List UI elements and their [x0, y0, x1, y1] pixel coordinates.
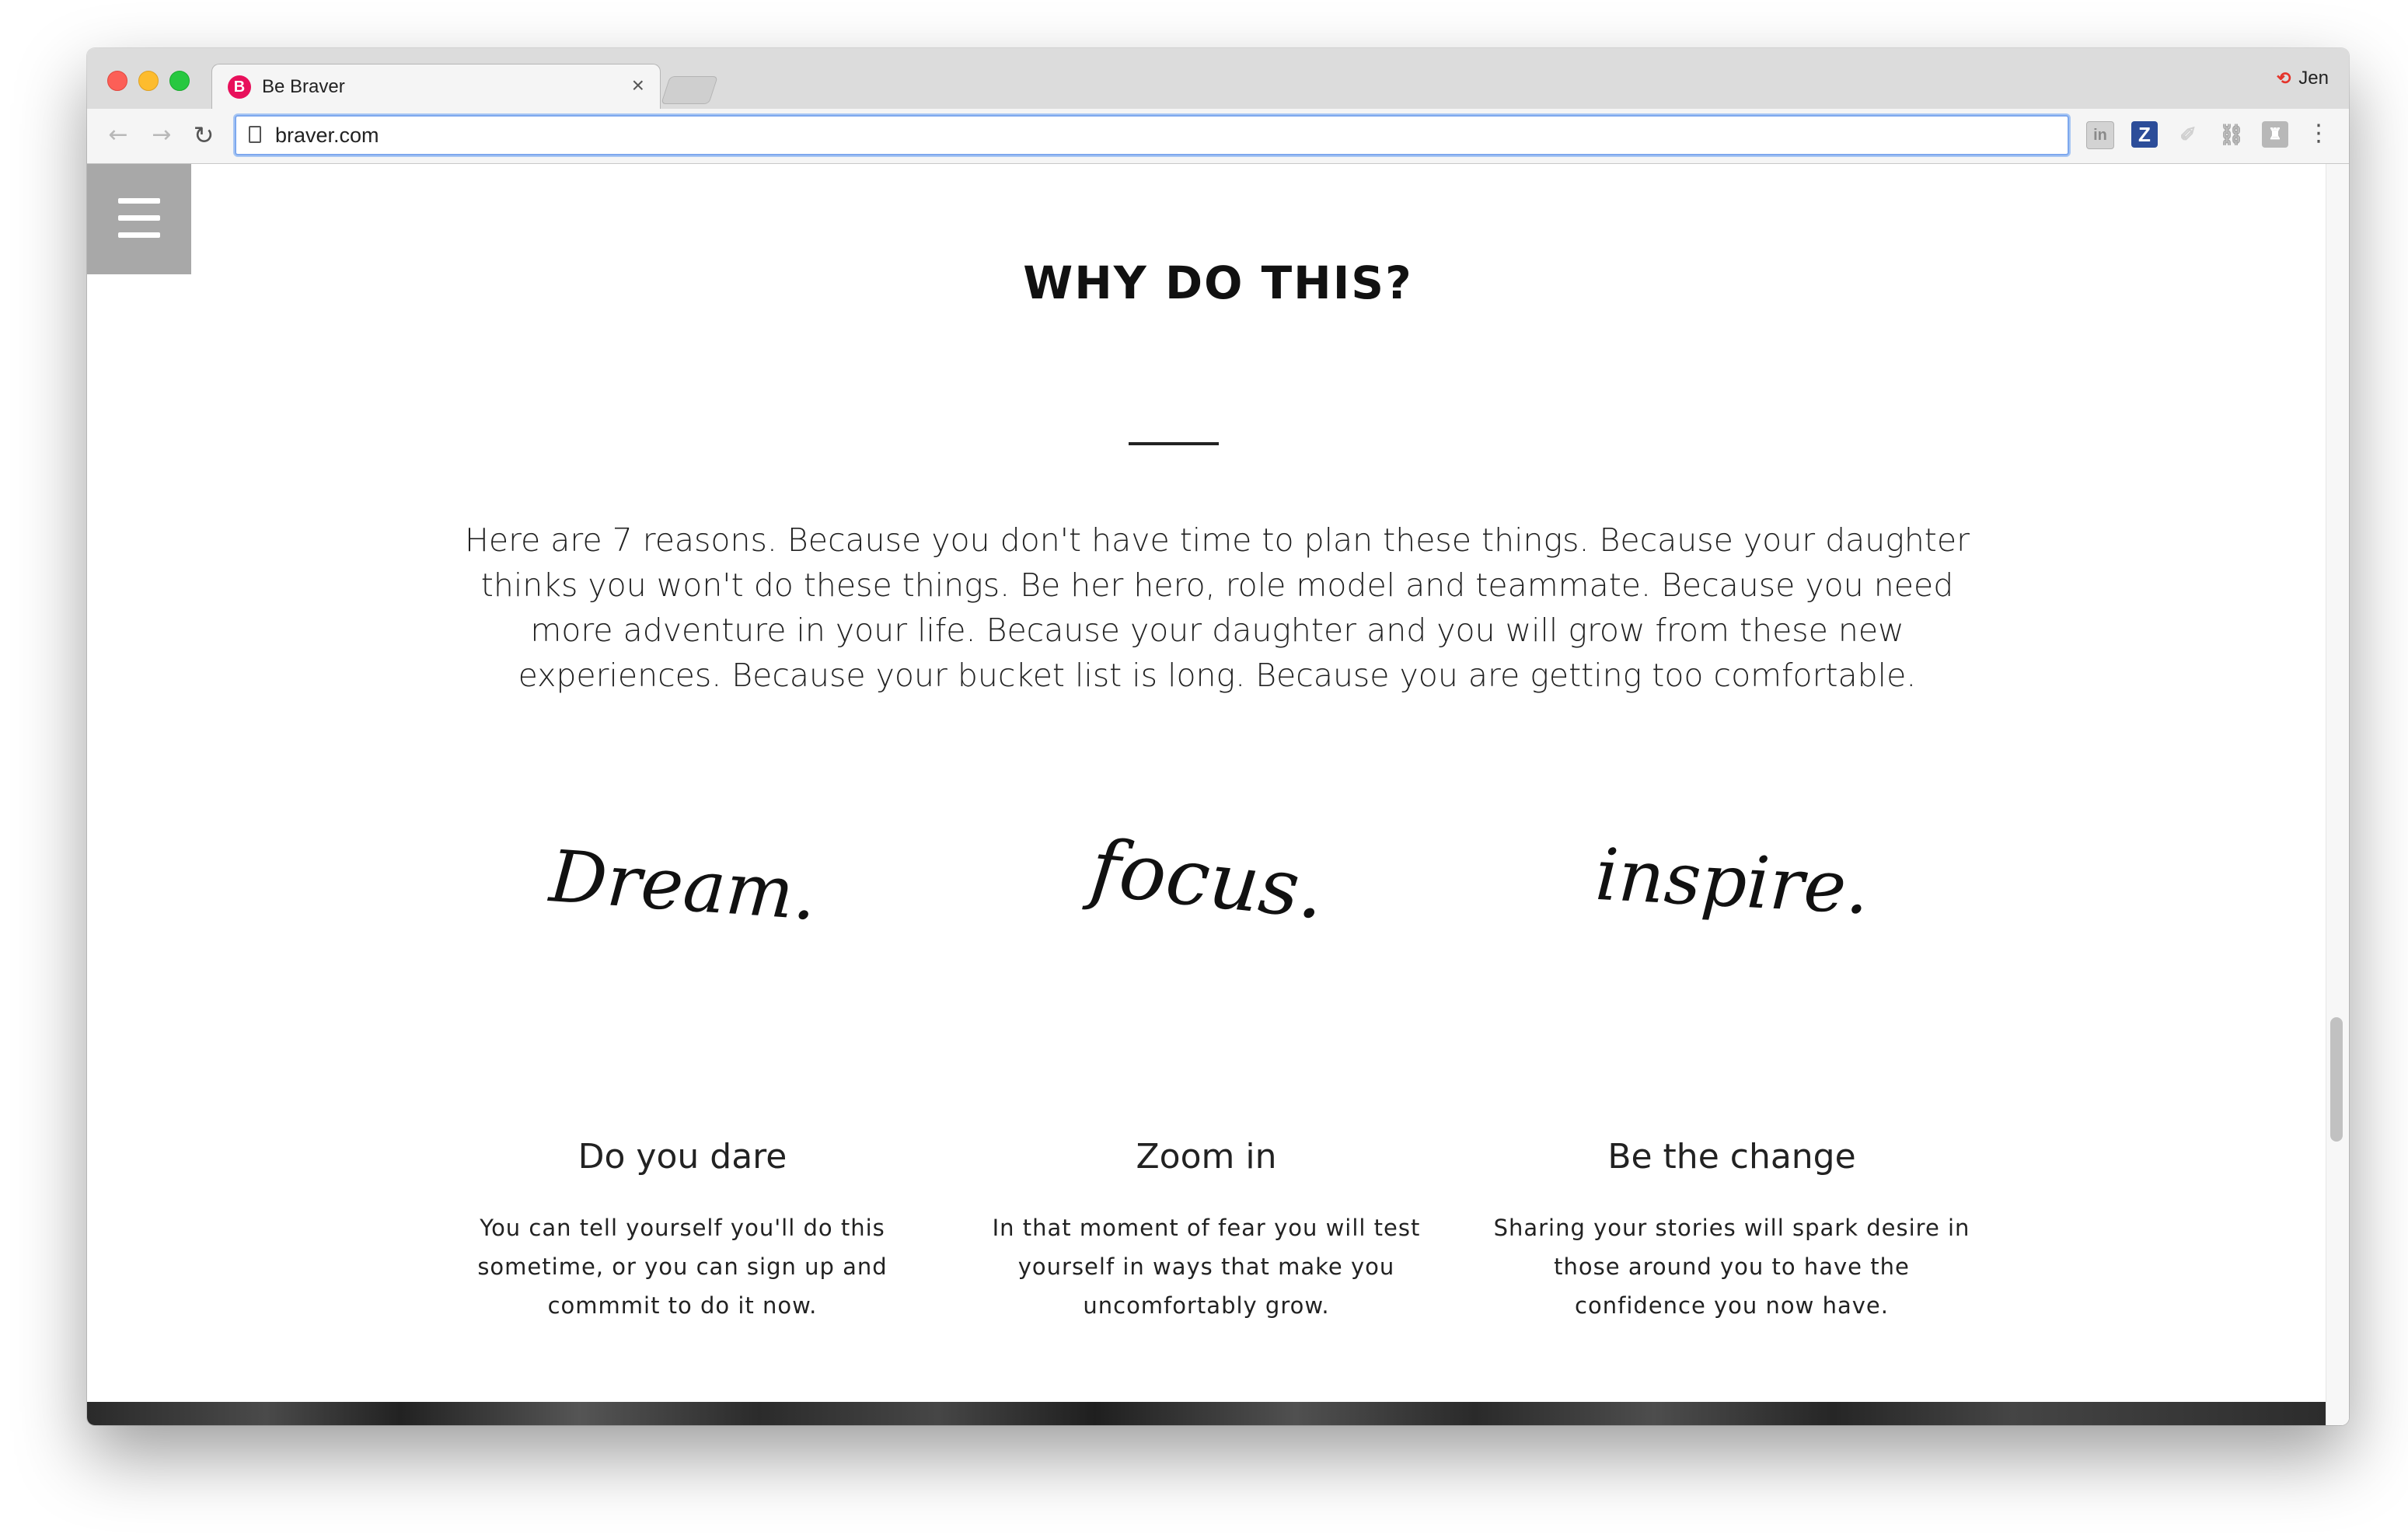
browser-toolbar: ← → ↻ braver.com in Z ✐ ⛓ ♜ ⋮ [87, 109, 2349, 164]
profile-button[interactable]: ⟲ Jen [2277, 67, 2329, 90]
extension-icon[interactable]: ⛓ [2218, 121, 2245, 148]
next-section-image-strip [87, 1402, 2326, 1425]
tab-be-braver[interactable]: B Be Braver × [211, 64, 661, 110]
reload-icon[interactable]: ↻ [188, 120, 219, 151]
dream-script-image: Dream. [546, 835, 819, 936]
z-extension-icon[interactable]: Z [2131, 121, 2158, 148]
scrollbar-thumb[interactable] [2330, 1017, 2343, 1142]
script-word: inspire. [1593, 833, 1871, 930]
hamburger-line [118, 198, 160, 204]
profile-name: Jen [2298, 68, 2329, 89]
forward-arrow-icon[interactable]: → [146, 120, 177, 151]
column-text: Sharing your stories will spark desire i… [1493, 1215, 1970, 1319]
maximize-window-button[interactable] [169, 71, 190, 91]
hamburger-line [118, 215, 160, 221]
script-word: focus. [1081, 821, 1328, 937]
heading-divider [1129, 442, 1219, 445]
page-viewport: WHY DO THIS? Here are 7 reasons. Because… [87, 164, 2349, 1425]
column-title: Be the change [1607, 1137, 1856, 1177]
inspire-script-image: inspire. [1593, 833, 1871, 930]
feature-column-focus: focus. Zoom in In that moment of fear yo… [965, 809, 1447, 1319]
column-title: Zoom in [1136, 1137, 1277, 1177]
new-tab-button[interactable] [661, 76, 718, 104]
page-icon [249, 126, 261, 143]
column-title: Do you dare [578, 1137, 787, 1177]
tab-title: Be Braver [262, 76, 345, 97]
feature-column-dream: Dream. Do you dare You can tell yourself… [441, 809, 923, 1319]
browser-window: B Be Braver × ⟲ Jen ← → ↻ braver.com in Z… [87, 48, 2349, 1425]
url-text[interactable]: braver.com [275, 124, 379, 147]
intro-paragraph: Here are 7 reasons. Because you don't ha… [465, 521, 1970, 694]
sync-icon: ⟲ [2276, 68, 2291, 88]
title-bar: B Be Braver × ⟲ Jen [87, 48, 2349, 110]
focus-script-image: focus. [1081, 821, 1328, 937]
back-arrow-icon[interactable]: ← [103, 120, 134, 151]
linkedin-extension-icon[interactable]: in [2086, 121, 2114, 149]
hamburger-line [118, 232, 160, 238]
column-text: In that moment of fear you will test you… [992, 1215, 1421, 1319]
extension-icon[interactable]: ✐ [2175, 121, 2201, 148]
feature-column-inspire: inspire. Be the change Sharing your stor… [1491, 809, 1973, 1319]
minimize-window-button[interactable] [138, 71, 159, 91]
script-word: Dream. [546, 835, 819, 936]
close-window-button[interactable] [107, 71, 127, 91]
tab-close-icon[interactable]: × [632, 74, 644, 97]
section-heading: WHY DO THIS? [1023, 256, 1413, 309]
extension-icon[interactable]: ♜ [2262, 121, 2288, 148]
address-bar[interactable]: braver.com [235, 115, 2069, 155]
menu-dots-icon[interactable]: ⋮ [2307, 118, 2330, 149]
scrollbar-track[interactable] [2326, 164, 2349, 1425]
column-text: You can tell yourself you'll do this som… [477, 1215, 888, 1319]
favicon-icon: B [228, 75, 251, 99]
